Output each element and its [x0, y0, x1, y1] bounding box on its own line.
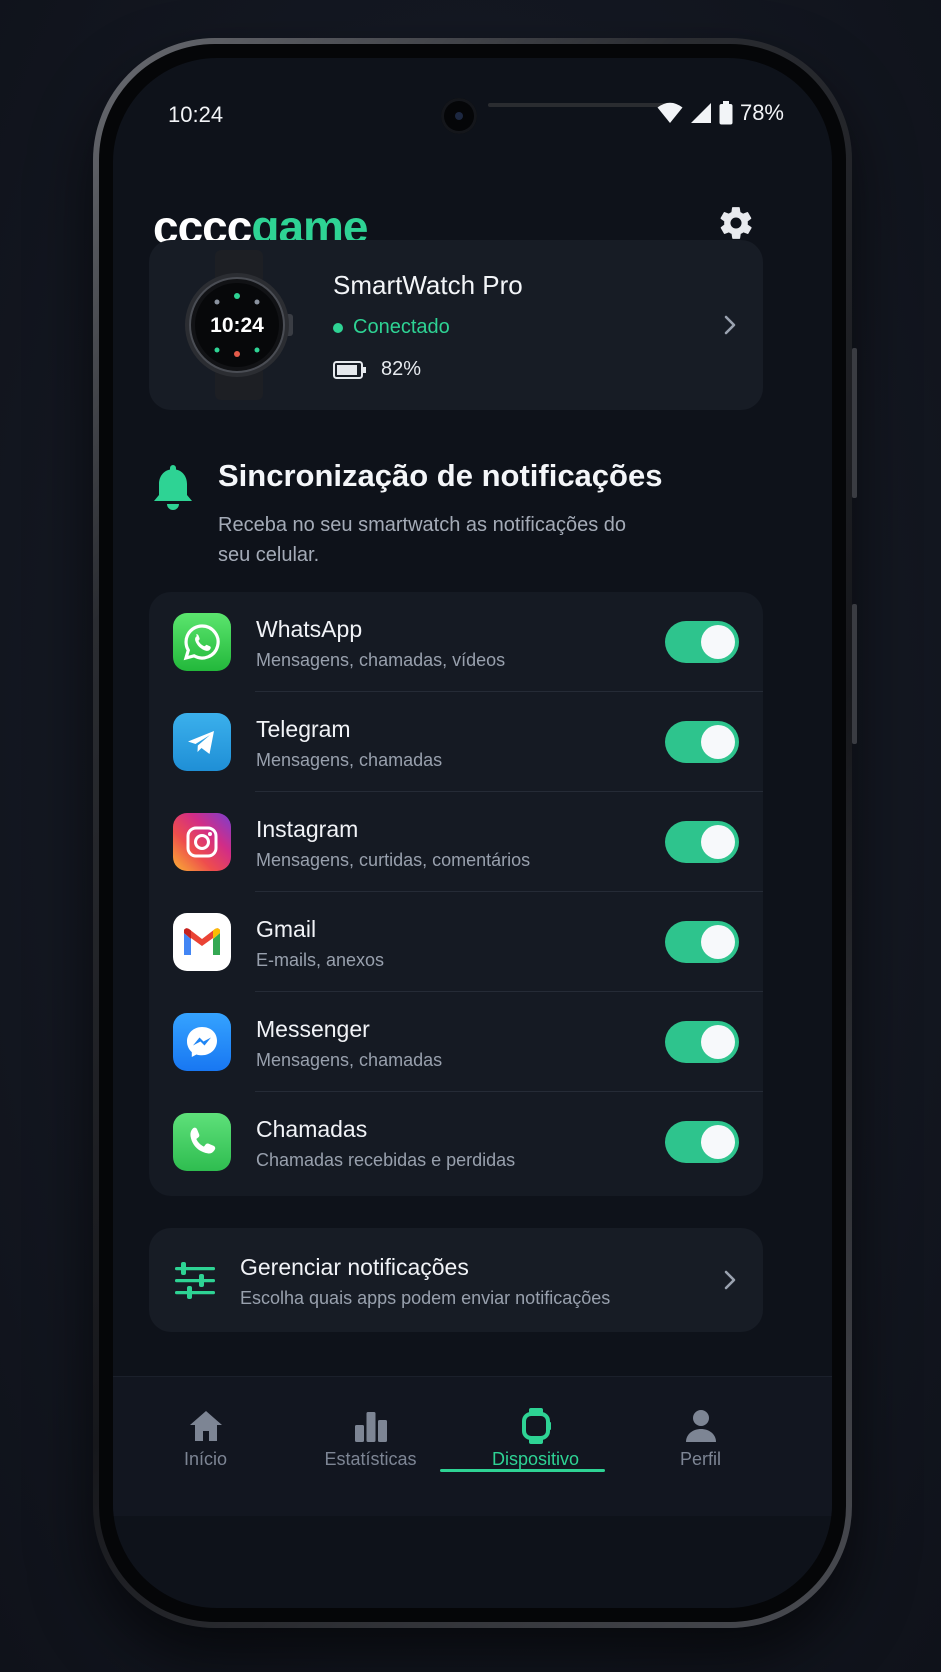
phone-icon	[173, 1113, 231, 1171]
app-name: Messenger	[256, 1016, 370, 1042]
front-camera	[441, 98, 477, 134]
watch-face-time: 10:24	[210, 314, 264, 337]
whatsapp-icon	[173, 613, 231, 671]
app-subtitle: Mensagens, chamadas	[256, 750, 443, 770]
toggle-knob	[701, 725, 735, 759]
app-notification-list: WhatsApp Mensagens, chamadas, vídeos Tel…	[149, 592, 763, 1196]
manage-title: Gerenciar notificações	[240, 1254, 469, 1280]
app-name: WhatsApp	[256, 616, 363, 642]
gmail-toggle[interactable]	[665, 921, 739, 963]
list-item-gmail: Gmail E-mails, anexos	[149, 892, 763, 992]
sliders-icon	[175, 1262, 215, 1299]
nav-label: Início	[183, 1449, 228, 1469]
watch-icon	[521, 1408, 551, 1444]
status-bar: 10:24 78%	[113, 58, 832, 138]
screen: 10:24 78% cccc game 10:24 SmartWatch Pro…	[113, 58, 832, 1608]
bar-chart-icon	[354, 1412, 387, 1442]
active-tab-indicator	[440, 1469, 605, 1472]
toggle-knob	[701, 1125, 735, 1159]
battery-percent: 78%	[739, 100, 784, 125]
instagram-icon	[173, 813, 231, 871]
battery-horizontal-icon	[333, 360, 366, 379]
toggle-knob	[701, 1025, 735, 1059]
nav-item-home[interactable]: Início	[123, 1377, 288, 1477]
volume-button	[852, 348, 857, 498]
gear-icon[interactable]	[717, 204, 755, 242]
list-item-whatsapp: WhatsApp Mensagens, chamadas, vídeos	[149, 592, 763, 692]
app-subtitle: Mensagens, chamadas	[256, 1050, 443, 1070]
nav-item-profile[interactable]: Perfil	[618, 1377, 783, 1477]
calls-toggle[interactable]	[665, 1121, 739, 1163]
wifi-icon	[657, 102, 683, 123]
chevron-right-icon	[724, 315, 736, 335]
app-name: Chamadas	[256, 1116, 368, 1142]
connection-status: Conectado	[333, 316, 450, 339]
toggle-knob	[701, 825, 735, 859]
battery-icon	[719, 101, 733, 125]
app-name: Instagram	[256, 816, 359, 842]
nav-label: Perfil	[679, 1449, 721, 1469]
app-name: Telegram	[256, 716, 351, 742]
connection-status-label: Conectado	[353, 316, 450, 338]
toggle-knob	[701, 925, 735, 959]
app-subtitle: E-mails, anexos	[256, 950, 385, 970]
smartwatch-image: 10:24	[185, 250, 293, 400]
section-title: Sincronização de notificações	[218, 458, 663, 493]
nav-item-stats[interactable]: Estatísticas	[288, 1377, 453, 1477]
list-item-messenger: Messenger Mensagens, chamadas	[149, 992, 763, 1092]
signal-icon	[690, 103, 711, 123]
manage-subtitle: Escolha quais apps podem enviar notifica…	[240, 1288, 611, 1308]
gmail-icon	[173, 913, 231, 971]
list-item-calls: Chamadas Chamadas recebidas e perdidas	[149, 1092, 763, 1192]
app-name: Gmail	[256, 916, 317, 942]
phone-frame: 10:24 78% cccc game 10:24 SmartWatch Pro…	[93, 38, 857, 1628]
telegram-icon	[173, 713, 231, 771]
device-card[interactable]: 10:24 SmartWatch Pro Conectado 82%	[149, 240, 763, 410]
person-icon	[685, 1410, 716, 1442]
bottom-navigation: Início Estatísticas Dispositivo Perfil	[113, 1376, 832, 1516]
chevron-right-icon	[724, 1270, 736, 1290]
device-battery: 82%	[333, 358, 421, 381]
home-icon	[189, 1411, 222, 1441]
whatsapp-toggle[interactable]	[665, 621, 739, 663]
status-dot-icon	[333, 322, 343, 333]
messenger-toggle[interactable]	[665, 1021, 739, 1063]
toggle-knob	[701, 625, 735, 659]
app-subtitle: Mensagens, chamadas, vídeos	[256, 650, 506, 670]
instagram-toggle[interactable]	[665, 821, 739, 863]
list-item-instagram: Instagram Mensagens, curtidas, comentári…	[149, 792, 763, 892]
nav-label: Dispositivo	[491, 1449, 580, 1469]
nav-label: Estatísticas	[324, 1449, 417, 1469]
power-button	[852, 604, 857, 744]
nav-item-device[interactable]: Dispositivo	[453, 1377, 618, 1477]
list-item-telegram: Telegram Mensagens, chamadas	[149, 692, 763, 792]
device-name: SmartWatch Pro	[333, 270, 523, 300]
manage-notifications-button[interactable]: Gerenciar notificações Escolha quais app…	[149, 1228, 763, 1332]
device-battery-value: 82%	[381, 358, 422, 380]
telegram-toggle[interactable]	[665, 721, 739, 763]
section-description: Receba no seu smartwatch as notificações…	[218, 514, 626, 566]
app-subtitle: Chamadas recebidas e perdidas	[256, 1150, 516, 1170]
status-time: 10:24	[168, 102, 224, 127]
bell-icon	[154, 465, 192, 510]
app-subtitle: Mensagens, curtidas, comentários	[256, 850, 531, 870]
messenger-icon	[173, 1013, 231, 1071]
